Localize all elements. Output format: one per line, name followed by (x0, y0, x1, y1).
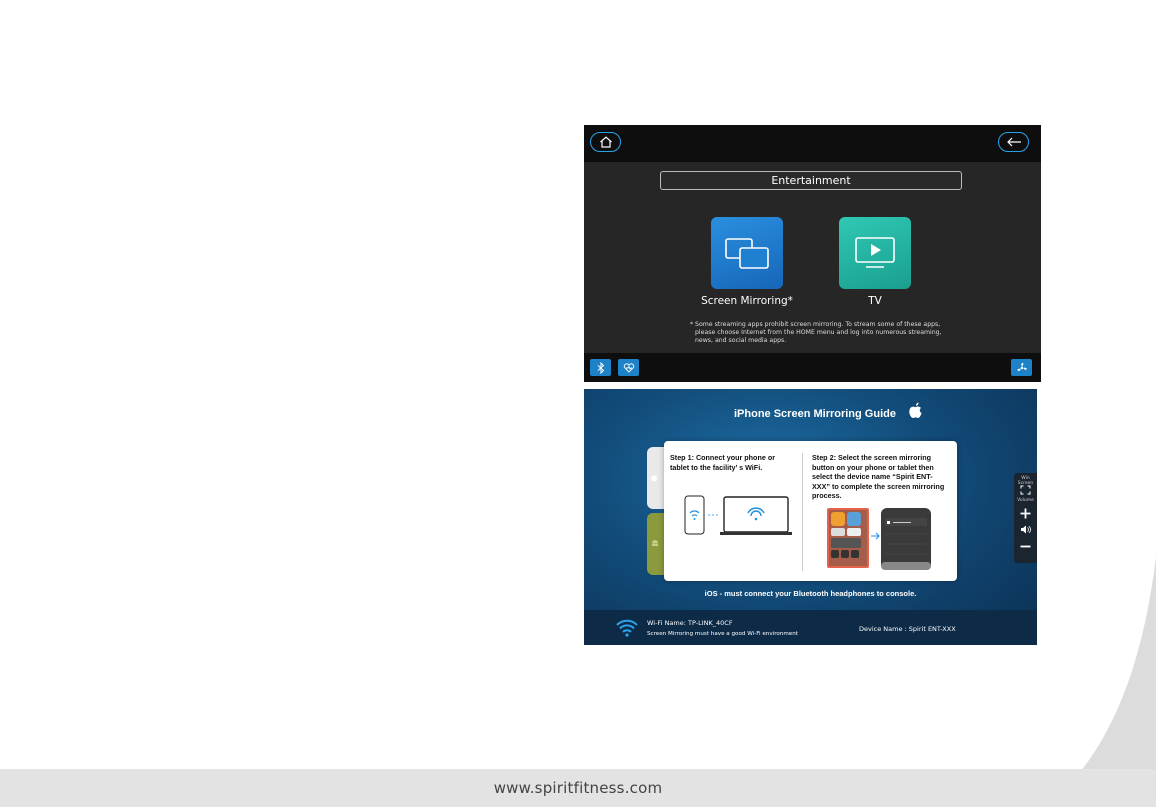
entertainment-screen: Entertainment Screen Mirroring* TV * Som… (584, 125, 1041, 382)
heart-rate-button[interactable] (618, 359, 639, 376)
streaming-note: * Some streaming apps prohibit screen mi… (690, 321, 950, 346)
step2-line: Step 2: Select the screen mirroring (812, 453, 932, 462)
guide-card: Step 1: Connect your phone or tablet to … (664, 441, 957, 581)
step1-text: Step 1: Connect your phone or tablet to … (670, 453, 798, 472)
step1-line: tablet to the facility’ s WiFi. (670, 462, 763, 472)
volume-panel: Win Screen Volume (1014, 473, 1037, 563)
control-center-illustration (827, 508, 931, 570)
heart-rate-icon (623, 362, 634, 373)
top-bar (584, 125, 1041, 162)
apple-small-icon (651, 475, 658, 482)
step2-line: process. (812, 491, 842, 501)
step2-line: XXX” to complete the screen mirroring (812, 481, 945, 491)
screen-mirroring-icon (725, 238, 769, 269)
wifi-note: Screen Mirroring must have a good Wi-Fi … (647, 631, 798, 637)
fullscreen-icon[interactable] (1020, 485, 1031, 495)
phone-tablet-wifi-illustration (684, 495, 792, 535)
speaker-icon (1021, 525, 1031, 534)
wifi-icon (616, 619, 638, 637)
step2-line: select the device name “Spirit ENT- (812, 472, 933, 482)
step2-text: Step 2: Select the screen mirroring butt… (812, 453, 954, 501)
volume-down-icon[interactable] (1020, 541, 1031, 552)
apple-icon (909, 402, 922, 418)
step2-line: button on your phone or tablet then (812, 462, 934, 472)
note-line: please choose Internet from the HOME men… (695, 329, 942, 337)
screen-mirroring-tile[interactable] (711, 217, 783, 289)
home-button[interactable] (590, 132, 621, 152)
wifi-info-bar: Wi-Fi Name: TP-LINK_40CF Screen Mirrorin… (584, 610, 1037, 645)
step1-line: Step 1: Connect your phone or (670, 453, 776, 462)
tv-label: TV (868, 295, 882, 307)
step-divider (802, 453, 803, 571)
android-icon (652, 540, 658, 546)
home-icon (599, 136, 612, 148)
guide-title: iPhone Screen Mirroring Guide (734, 408, 896, 420)
note-line: news, and social media apps. (695, 337, 787, 345)
note-line: * Some streaming apps prohibit screen mi… (690, 321, 941, 328)
device-name: Device Name : Spirit ENT-XXX (859, 625, 956, 633)
bottom-bar (584, 353, 1041, 382)
wifi-name: Wi-Fi Name: TP-LINK_40CF (647, 619, 733, 627)
back-arrow-icon (1006, 137, 1021, 147)
ios-bluetooth-note: iOS - must connect your Bluetooth headph… (704, 589, 917, 598)
tv-icon (855, 237, 895, 268)
screen-mirroring-label: Screen Mirroring* (701, 295, 793, 307)
bluetooth-button[interactable] (590, 359, 611, 376)
volume-label: Volume (1017, 498, 1034, 503)
website-footer: www.spiritfitness.com (0, 769, 1156, 807)
fan-button[interactable] (1011, 359, 1032, 376)
website-url[interactable]: www.spiritfitness.com (494, 779, 663, 797)
back-button[interactable] (998, 132, 1029, 152)
entertainment-title: Entertainment (660, 171, 962, 190)
fan-icon (1017, 362, 1027, 371)
mirroring-guide-screen: iPhone Screen Mirroring Guide Step 1: Co… (584, 389, 1037, 645)
tv-tile[interactable] (839, 217, 911, 289)
bluetooth-icon (597, 361, 604, 374)
volume-up-icon[interactable] (1020, 508, 1031, 519)
